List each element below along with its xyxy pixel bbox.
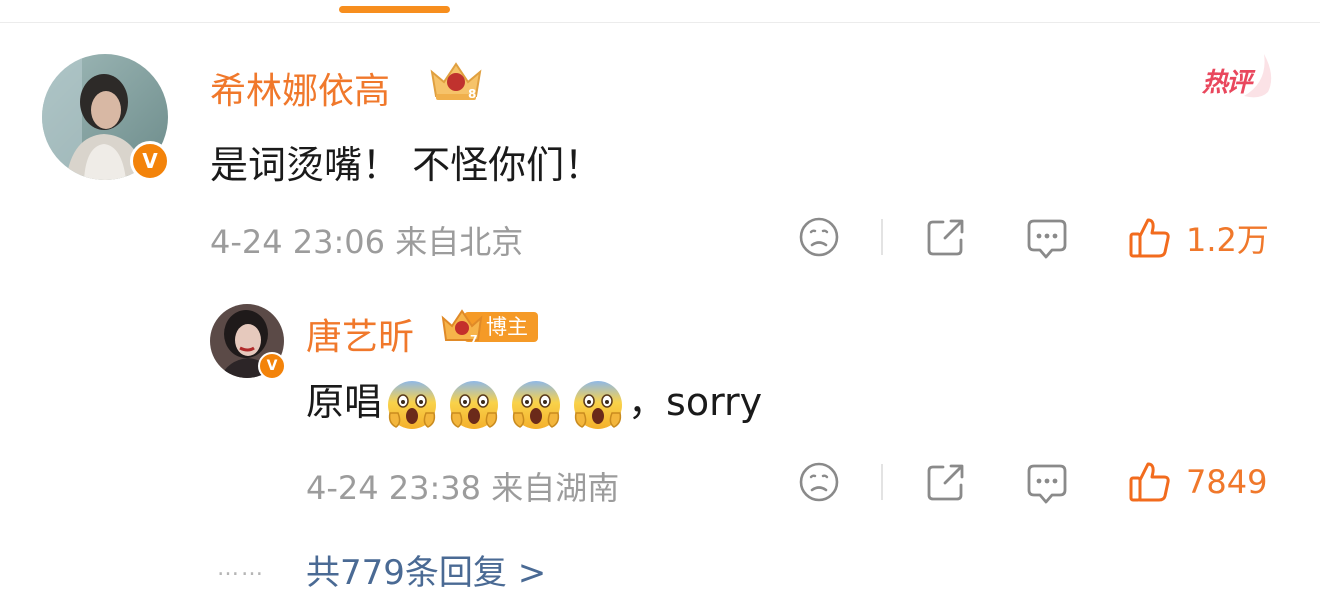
emoji-group [386, 380, 634, 429]
reply-username[interactable]: 唐艺昕 [306, 308, 414, 360]
active-tab-indicator [339, 6, 450, 13]
hot-comment-badge: 热评 [1198, 52, 1278, 102]
thumbs-up-icon [1129, 218, 1170, 258]
thread-dots: …… [217, 556, 265, 581]
comment-icon [1027, 219, 1067, 259]
action-divider [881, 219, 883, 255]
reply-react-button[interactable] [797, 460, 841, 504]
scream-emoji-icon [450, 380, 499, 429]
comment-meta: 4-24 23:06 来自北京 [210, 223, 524, 261]
hot-label: 热评 [1202, 68, 1252, 98]
scream-emoji-icon [512, 380, 561, 429]
face-icon [799, 462, 839, 502]
svg-text:7: 7 [470, 333, 478, 346]
share-icon [927, 219, 964, 256]
reply-text-before: 原唱 [306, 380, 383, 424]
blogger-tag: 7 博主 [440, 308, 538, 346]
reply-meta: 4-24 23:38 来自湖南 [306, 469, 620, 507]
verified-v-icon: V [130, 141, 170, 181]
scream-emoji-icon [388, 380, 437, 429]
scream-emoji-icon [574, 380, 623, 429]
top-divider [0, 22, 1320, 23]
comment-username[interactable]: 希林娜依高 [210, 62, 390, 114]
comment-button[interactable] [1026, 217, 1068, 261]
reply-action-divider [881, 464, 883, 500]
like-button[interactable]: 1.2万 [1128, 215, 1269, 261]
share-icon [927, 464, 964, 501]
blogger-crown-icon: 7 [441, 309, 483, 346]
crown-icon: 8 [428, 58, 484, 104]
comment-icon [1027, 464, 1067, 504]
svg-text:8: 8 [468, 87, 476, 101]
share-button[interactable] [925, 216, 967, 258]
reply-text-after: ，sorry [628, 380, 763, 424]
reply-comment-button[interactable] [1026, 462, 1068, 506]
reply-text: 原唱 ，sorry [306, 372, 762, 432]
thumbs-up-icon [1129, 462, 1170, 502]
react-button[interactable] [797, 215, 841, 259]
like-count: 1.2万 [1186, 221, 1269, 259]
reply-like-count: 7849 [1186, 463, 1268, 501]
reply-share-button[interactable] [925, 461, 967, 503]
reply-verified-v-icon: V [258, 352, 286, 380]
view-replies-link[interactable]: 共779条回复 > [306, 545, 546, 594]
comment-text: 是词烫嘴！ 不怪你们！ [210, 143, 603, 187]
face-icon [799, 217, 839, 257]
reply-like-button[interactable]: 7849 [1128, 460, 1267, 504]
